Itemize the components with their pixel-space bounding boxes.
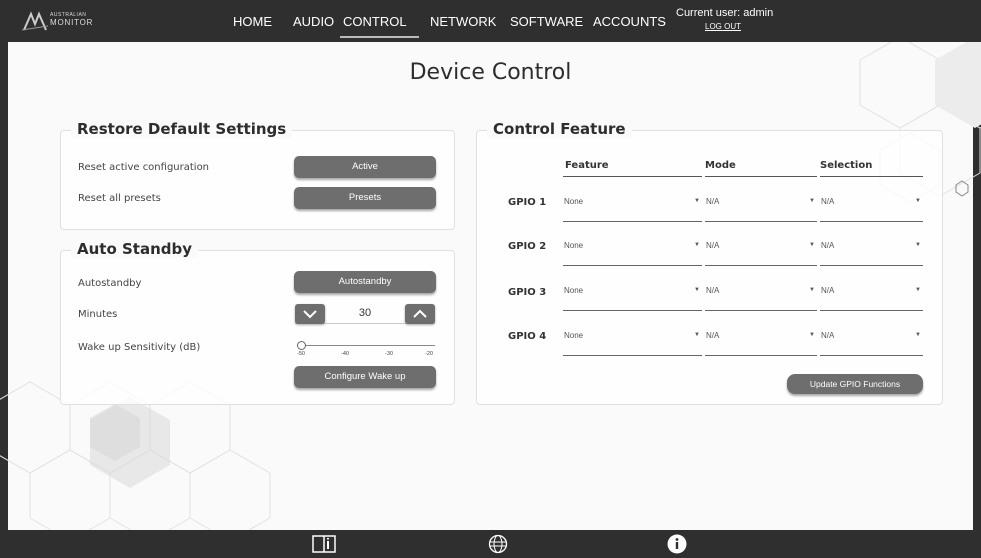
minutes-increment-button[interactable] [405, 304, 435, 324]
nav-software[interactable]: SOFTWARE [510, 14, 583, 29]
minutes-label: Minutes [78, 309, 118, 320]
nav-active-indicator [340, 36, 419, 38]
select-value: None [564, 197, 584, 206]
configure-wakeup-button[interactable]: Configure Wake up [294, 366, 436, 388]
dropdown-arrow-icon: ▼ [809, 198, 815, 204]
gpio3-selection-select[interactable]: N/A ▼ [820, 281, 923, 311]
gpio1-feature-select[interactable]: None ▼ [563, 192, 702, 222]
minutes-decrement-button[interactable] [295, 304, 325, 324]
select-value: N/A [706, 331, 720, 340]
gpio-label: GPIO 3 [508, 287, 547, 298]
restore-defaults-panel: Restore Default Settings [60, 120, 455, 230]
update-gpio-button[interactable]: Update GPIO Functions [787, 374, 923, 394]
gpio2-feature-select[interactable]: None ▼ [563, 236, 702, 266]
select-value: N/A [821, 197, 835, 206]
header-mode: Mode [705, 160, 736, 171]
select-value: None [564, 331, 584, 340]
header-divider [820, 176, 923, 177]
select-value: N/A [706, 241, 720, 250]
slider-tick: -50 [297, 351, 305, 357]
dropdown-arrow-icon: ▼ [809, 242, 815, 248]
header-divider [705, 176, 817, 177]
reset-presets-label: Reset all presets [78, 193, 161, 204]
slider-thumb[interactable] [297, 341, 306, 350]
select-value: None [564, 241, 584, 250]
slider-track [297, 345, 435, 346]
gpio4-mode-select[interactable]: N/A ▼ [705, 326, 817, 356]
australian-monitor-logo[interactable]: AUSTRALIAN MONITOR [22, 10, 112, 32]
reset-active-label: Reset active configuration [78, 162, 210, 173]
chevron-up-icon [413, 309, 427, 318]
slider-tick: -40 [341, 351, 349, 357]
dropdown-arrow-icon: ▼ [694, 287, 700, 293]
slider-tick: -20 [425, 351, 433, 357]
autostandby-label: Autostandby [78, 278, 142, 289]
gpio1-mode-select[interactable]: N/A ▼ [705, 192, 817, 222]
nav-accounts[interactable]: ACCOUNTS [593, 14, 666, 29]
gpio3-feature-select[interactable]: None ▼ [563, 281, 702, 311]
select-value: N/A [821, 241, 835, 250]
gpio-label: GPIO 2 [508, 241, 547, 252]
gpio4-feature-select[interactable]: None ▼ [563, 326, 702, 356]
top-nav-bar: AUSTRALIAN MONITOR HOME AUDIO CONTROL NE… [0, 0, 981, 42]
gpio-label: GPIO 4 [508, 331, 547, 342]
dropdown-arrow-icon: ▼ [809, 287, 815, 293]
info-icon[interactable] [667, 534, 687, 558]
restore-defaults-title: Restore Default Settings [71, 120, 293, 138]
auto-standby-title: Auto Standby [71, 240, 199, 258]
bottom-toolbar [0, 530, 981, 558]
nav-home[interactable]: HOME [233, 14, 272, 29]
dropdown-arrow-icon: ▼ [694, 332, 700, 338]
minutes-value[interactable]: 30 [325, 307, 405, 319]
gpio-label: GPIO 1 [508, 197, 547, 208]
page-title: Device Control [409, 60, 572, 85]
header-feature: Feature [565, 160, 609, 171]
autostandby-button[interactable]: Autostandby [294, 271, 436, 293]
select-value: None [564, 286, 584, 295]
dropdown-arrow-icon: ▼ [915, 287, 921, 293]
chevron-down-icon [303, 310, 317, 319]
select-value: N/A [706, 286, 720, 295]
dropdown-arrow-icon: ▼ [915, 198, 921, 204]
logo-mark-icon [22, 11, 48, 31]
current-user-label: Current user: admin [676, 7, 774, 19]
gpio2-selection-select[interactable]: N/A ▼ [820, 236, 923, 266]
globe-icon[interactable] [488, 534, 508, 558]
dropdown-arrow-icon: ▼ [694, 198, 700, 204]
manual-book-icon[interactable] [312, 535, 336, 558]
nav-control[interactable]: CONTROL [343, 14, 407, 29]
wake-sensitivity-label: Wake up Sensitivity (dB) [78, 342, 201, 353]
minutes-stepper[interactable]: 30 [295, 304, 435, 324]
select-value: N/A [821, 286, 835, 295]
dropdown-arrow-icon: ▼ [694, 242, 700, 248]
select-value: N/A [706, 197, 720, 206]
gpio1-selection-select[interactable]: N/A ▼ [820, 192, 923, 222]
logout-link[interactable]: LOG OUT [705, 22, 741, 31]
logo-text-bottom: MONITOR [50, 18, 94, 27]
gpio2-mode-select[interactable]: N/A ▼ [705, 236, 817, 266]
nav-audio[interactable]: AUDIO [293, 14, 334, 29]
select-value: N/A [821, 331, 835, 340]
nav-network[interactable]: NETWORK [430, 14, 496, 29]
slider-tick: -30 [385, 351, 393, 357]
control-feature-panel: Control Feature [476, 120, 943, 405]
reset-presets-button[interactable]: Presets [294, 187, 436, 209]
dropdown-arrow-icon: ▼ [809, 332, 815, 338]
gpio3-mode-select[interactable]: N/A ▼ [705, 281, 817, 311]
reset-active-button[interactable]: Active [294, 156, 436, 178]
control-feature-title: Control Feature [487, 120, 632, 138]
wake-sensitivity-slider[interactable]: -50 -40 -30 -20 [297, 340, 435, 360]
dropdown-arrow-icon: ▼ [915, 332, 921, 338]
gpio4-selection-select[interactable]: N/A ▼ [820, 326, 923, 356]
dropdown-arrow-icon: ▼ [915, 242, 921, 248]
header-divider [563, 176, 702, 177]
header-selection: Selection [820, 160, 873, 171]
